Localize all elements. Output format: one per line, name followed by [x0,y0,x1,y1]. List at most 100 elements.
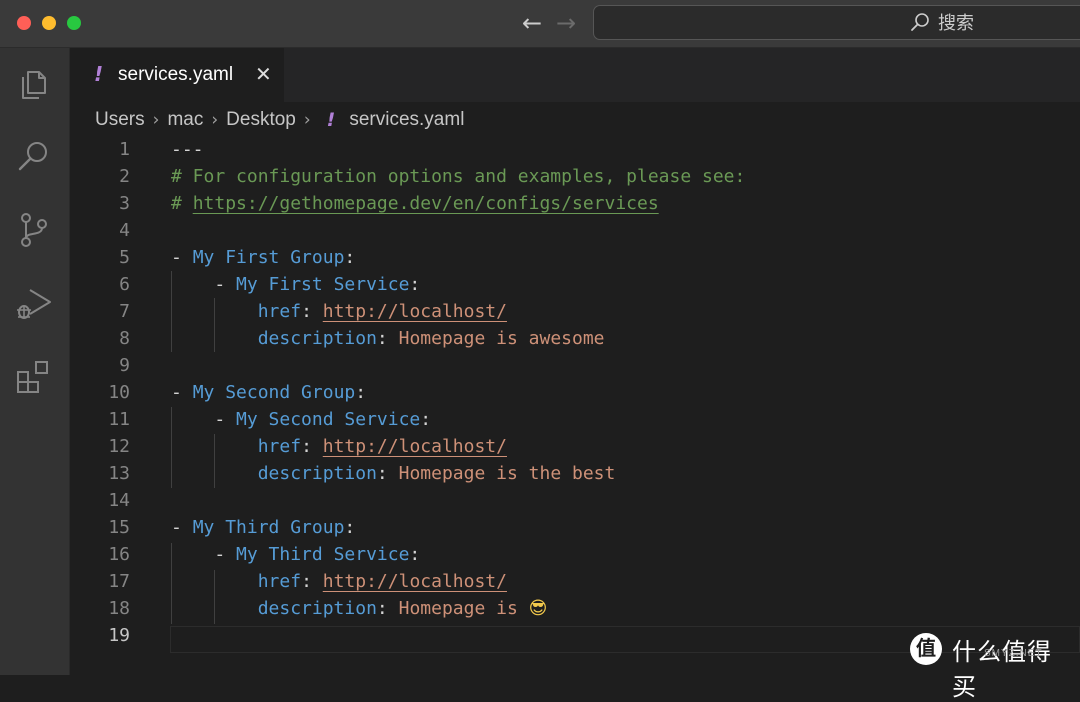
line-number: 17 [108,571,130,592]
sunglasses-emoji-icon: 😎 [528,598,548,619]
line-number: 7 [119,301,130,322]
code-token: : [355,382,367,403]
line-content: href: http://localhost/ [171,568,507,595]
line-content: href: http://localhost/ [171,433,507,460]
line-number: 2 [119,166,130,187]
code-token: href [257,436,302,457]
watermark: 值 什么值得买 SMYZ.NET [908,630,1068,701]
code-line[interactable]: 16 - My Third Service: [70,541,1080,568]
code-line[interactable]: 15 - My Third Group: [70,514,1080,541]
code-line[interactable]: 2 # For configuration options and example… [70,163,1080,190]
code-line[interactable]: 3 # https://gethomepage.dev/en/configs/se… [70,190,1080,217]
editor-tab-bar: ! services.yaml ✕ [70,48,1080,102]
forward-arrow-icon[interactable]: → [556,8,576,38]
run-debug-icon[interactable] [14,284,54,324]
code-line[interactable]: 4 [70,217,1080,244]
line-number: 11 [108,409,130,430]
code-line[interactable]: 10 - My Second Group: [70,379,1080,406]
code-editor[interactable]: 1 --- 2 # For configuration options and exa… [70,136,1080,675]
code-token[interactable]: https://gethomepage.dev/en/configs/servi… [193,193,659,214]
code-token: - [171,274,237,295]
line-content: description: Homepage is 😎 [171,595,548,622]
code-line[interactable]: 17 href: http://localhost/ [70,568,1080,595]
line-number: 6 [119,274,130,295]
code-line[interactable]: 13 description: Homepage is the best [70,460,1080,487]
watermark-sub: SMYZ.NET [984,648,1043,659]
code-line[interactable]: 6 - My First Service: [70,271,1080,298]
code-token: My First Group [192,247,345,268]
line-content: - My Third Service: [171,541,420,568]
window-maximize-button[interactable] [67,16,81,30]
line-content: description: Homepage is the best [171,460,616,487]
code-token: : [344,517,356,538]
command-center-search[interactable]: 搜索 [593,5,1080,40]
watermark-text: 什么值得买 [952,639,1052,701]
search-icon[interactable] [14,136,54,176]
code-line[interactable]: 5 - My First Group: [70,244,1080,271]
line-number: 15 [108,517,130,538]
code-token: # [171,193,193,214]
code-token: - [171,247,193,268]
breadcrumb-mac[interactable]: mac [167,109,203,131]
line-content: description: Homepage is awesome [171,325,605,352]
code-line[interactable]: 18 description: Homepage is 😎 [70,595,1080,622]
extensions-icon[interactable] [14,356,54,396]
code-line[interactable]: 9 [70,352,1080,379]
line-number: 3 [119,193,130,214]
code-token: : [409,274,421,295]
line-number: 10 [108,382,130,403]
line-number: 16 [108,544,130,565]
line-number: 13 [108,463,130,484]
code-token: - [171,544,237,565]
code-token: My Third Group [192,517,345,538]
back-arrow-icon[interactable]: ← [522,8,542,38]
breadcrumb-desktop[interactable]: Desktop [226,109,296,131]
code-token: - [171,517,193,538]
line-content: --- [171,136,204,163]
code-token: : [376,328,399,349]
code-token: --- [171,139,204,160]
code-token: : [301,436,323,457]
code-token[interactable]: http://localhost/ [323,436,507,457]
code-line[interactable]: 7 href: http://localhost/ [70,298,1080,325]
code-token: : [344,247,356,268]
code-token: : [409,544,421,565]
code-line[interactable]: 1 --- [70,136,1080,163]
code-token: Homepage is the best [398,463,616,484]
search-label: 搜索 [938,13,974,33]
explorer-icon[interactable] [14,64,54,104]
line-number: 14 [108,490,130,511]
code-token: My Third Service [236,544,410,565]
breadcrumb-users[interactable]: Users [95,109,145,131]
window-minimize-button[interactable] [42,16,56,30]
tab-services-yaml[interactable]: ! services.yaml ✕ [70,48,284,102]
code-token: : [376,463,399,484]
close-icon[interactable]: ✕ [255,62,272,86]
code-token: My First Service [236,274,410,295]
line-number: 1 [119,139,130,160]
code-line[interactable]: 11 - My Second Service: [70,406,1080,433]
code-line[interactable]: 12 href: http://localhost/ [70,433,1080,460]
chevron-right-icon: › [303,110,311,130]
code-line[interactable]: 8 description: Homepage is awesome [70,325,1080,352]
line-content: - My First Group: [171,244,355,271]
source-control-icon[interactable] [14,210,54,250]
window-close-button[interactable] [17,16,31,30]
code-line[interactable]: 14 [70,487,1080,514]
line-content: - My Second Service: [171,406,431,433]
code-token: Homepage is [398,598,529,619]
yaml-file-icon: ! [326,109,336,131]
code-token[interactable]: http://localhost/ [323,571,507,592]
chevron-right-icon: › [152,110,160,130]
code-token[interactable]: http://localhost/ [323,301,507,322]
line-number: 19 [108,625,130,646]
chevron-right-icon: › [211,110,219,130]
breadcrumb-file[interactable]: services.yaml [349,109,464,131]
activity-bar [0,48,70,675]
breadcrumb: Users › mac › Desktop › ! services.yaml [95,106,464,134]
